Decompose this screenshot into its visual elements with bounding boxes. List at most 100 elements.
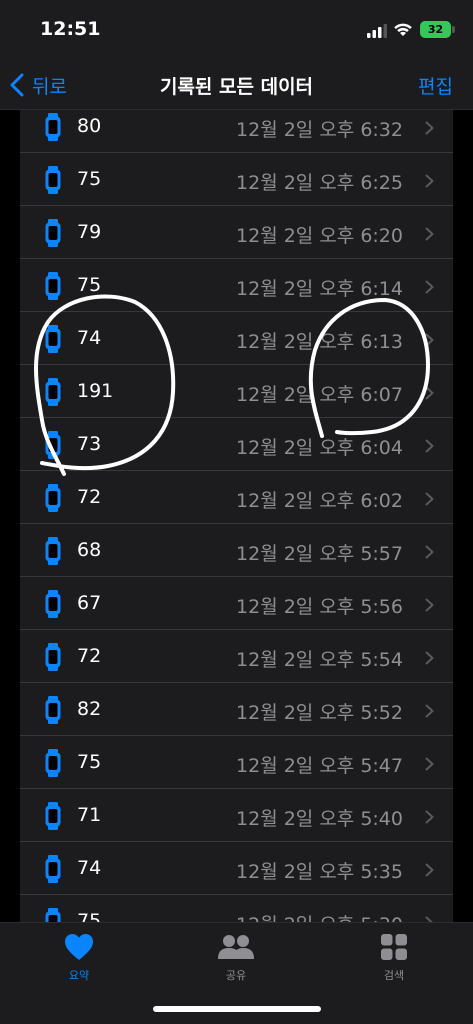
tab-search-label: 검색 <box>383 969 405 982</box>
chevron-right-icon <box>425 756 434 771</box>
record-value: 75 <box>77 274 102 296</box>
apple-watch-icon <box>44 749 62 777</box>
record-date: 12월 2일 오후 6:02 <box>236 490 403 512</box>
chevron-right-icon <box>425 650 434 665</box>
apple-watch-icon <box>44 113 62 141</box>
apple-watch-icon <box>44 431 62 459</box>
tab-summary[interactable]: 요약 <box>29 933 129 983</box>
record-date: 12월 2일 오후 6:14 <box>236 278 403 300</box>
record-date: 12월 2일 오후 5:35 <box>236 861 403 883</box>
record-row[interactable]: 74 12월 2일 오후 6:13 <box>20 312 453 365</box>
record-row[interactable]: 75 12월 2일 오후 6:14 <box>20 259 453 312</box>
record-row[interactable]: 75 12월 2일 오후 5:47 <box>20 736 453 789</box>
record-row[interactable]: 71 12월 2일 오후 5:40 <box>20 789 453 842</box>
chevron-right-icon <box>425 862 434 877</box>
record-date: 12월 2일 오후 6:04 <box>236 437 403 459</box>
battery-cap <box>452 26 455 33</box>
record-row[interactable]: 191 12월 2일 오후 6:07 <box>20 365 453 418</box>
wifi-icon <box>394 23 412 36</box>
apple-watch-icon <box>44 590 62 618</box>
record-date: 12월 2일 오후 5:54 <box>236 649 403 671</box>
record-value: 72 <box>77 645 102 667</box>
record-row[interactable]: 72 12월 2일 오후 6:02 <box>20 471 453 524</box>
status-bar: 12:51 32 <box>0 0 473 60</box>
record-value: 74 <box>77 327 102 349</box>
chevron-right-icon <box>425 809 434 824</box>
chevron-right-icon <box>425 226 434 241</box>
apple-watch-icon <box>44 696 62 724</box>
people-icon <box>218 935 254 959</box>
navigation-bar: 뒤로 기록된 모든 데이터 편집 <box>0 60 473 110</box>
home-indicator <box>153 1006 321 1012</box>
apple-watch-icon <box>44 484 62 512</box>
apple-watch-icon <box>44 272 62 300</box>
record-date: 12월 2일 오후 6:32 <box>236 119 403 141</box>
apple-watch-icon <box>44 908 62 922</box>
record-value: 75 <box>77 168 102 190</box>
edit-button[interactable]: 편집 <box>418 72 453 99</box>
chevron-right-icon <box>425 703 434 718</box>
apple-watch-icon <box>44 325 62 353</box>
record-value: 68 <box>77 539 102 561</box>
record-date: 12월 2일 오후 5:57 <box>236 543 403 565</box>
record-row[interactable]: 75 12월 2일 오후 6:25 <box>20 153 453 206</box>
record-row[interactable]: 73 12월 2일 오후 6:04 <box>20 418 453 471</box>
record-date: 12월 2일 오후 6:13 <box>236 331 403 353</box>
chevron-right-icon <box>425 385 434 400</box>
record-value: 75 <box>77 751 102 773</box>
record-value: 74 <box>77 857 102 879</box>
chevron-right-icon <box>425 120 434 135</box>
record-row[interactable]: 67 12월 2일 오후 5:56 <box>20 577 453 630</box>
apple-watch-icon <box>44 378 62 406</box>
cellular-signal-icon <box>367 24 387 38</box>
tab-sharing[interactable]: 공유 <box>186 933 286 983</box>
record-row[interactable]: 75 12월 2일 오후 5:30 <box>20 895 453 922</box>
battery-icon: 32 <box>420 21 451 38</box>
heart-icon <box>65 934 93 960</box>
records-list[interactable]: 80 12월 2일 오후 6:32 75 12월 2일 오후 6:25 79 12월 2일… <box>0 110 473 922</box>
tab-summary-label: 요약 <box>68 969 90 982</box>
record-value: 72 <box>77 486 102 508</box>
tab-sharing-label: 공유 <box>225 969 247 982</box>
record-row[interactable]: 80 12월 2일 오후 6:32 <box>20 110 453 153</box>
record-date: 12월 2일 오후 5:40 <box>236 808 403 830</box>
apple-watch-icon <box>44 537 62 565</box>
chevron-right-icon <box>425 438 434 453</box>
records-card: 80 12월 2일 오후 6:32 75 12월 2일 오후 6:25 79 12월 2일… <box>20 110 453 922</box>
chevron-right-icon <box>425 173 434 188</box>
chevron-right-icon <box>425 279 434 294</box>
record-date: 12월 2일 오후 6:20 <box>236 225 403 247</box>
chevron-right-icon <box>425 544 434 559</box>
record-value: 82 <box>77 698 102 720</box>
tab-search[interactable]: 검색 <box>344 933 444 983</box>
grid-icon <box>381 934 407 960</box>
apple-watch-icon <box>44 855 62 883</box>
page-title: 기록된 모든 데이터 <box>159 76 314 98</box>
record-date: 12월 2일 오후 5:56 <box>236 596 403 618</box>
record-date: 12월 2일 오후 5:47 <box>236 755 403 777</box>
chevron-right-icon <box>425 491 434 506</box>
record-row[interactable]: 68 12월 2일 오후 5:57 <box>20 524 453 577</box>
record-date: 12월 2일 오후 6:25 <box>236 172 403 194</box>
apple-watch-icon <box>44 802 62 830</box>
chevron-right-icon <box>425 915 434 922</box>
chevron-right-icon <box>425 332 434 347</box>
battery-level: 32 <box>427 23 444 36</box>
apple-watch-icon <box>44 643 62 671</box>
record-value: 71 <box>77 804 102 826</box>
record-value: 191 <box>77 380 114 402</box>
record-row[interactable]: 79 12월 2일 오후 6:20 <box>20 206 453 259</box>
record-value: 73 <box>77 433 102 455</box>
record-value: 79 <box>77 221 102 243</box>
record-value: 80 <box>77 115 102 137</box>
record-date: 12월 2일 오후 5:30 <box>236 910 403 922</box>
record-row[interactable]: 72 12월 2일 오후 5:54 <box>20 630 453 683</box>
record-date: 12월 2일 오후 6:07 <box>236 384 403 406</box>
record-value: 75 <box>77 910 102 922</box>
chevron-right-icon <box>425 597 434 612</box>
record-date: 12월 2일 오후 5:52 <box>236 702 403 724</box>
apple-watch-icon <box>44 166 62 194</box>
record-row[interactable]: 82 12월 2일 오후 5:52 <box>20 683 453 736</box>
record-value: 67 <box>77 592 102 614</box>
record-row[interactable]: 74 12월 2일 오후 5:35 <box>20 842 453 895</box>
